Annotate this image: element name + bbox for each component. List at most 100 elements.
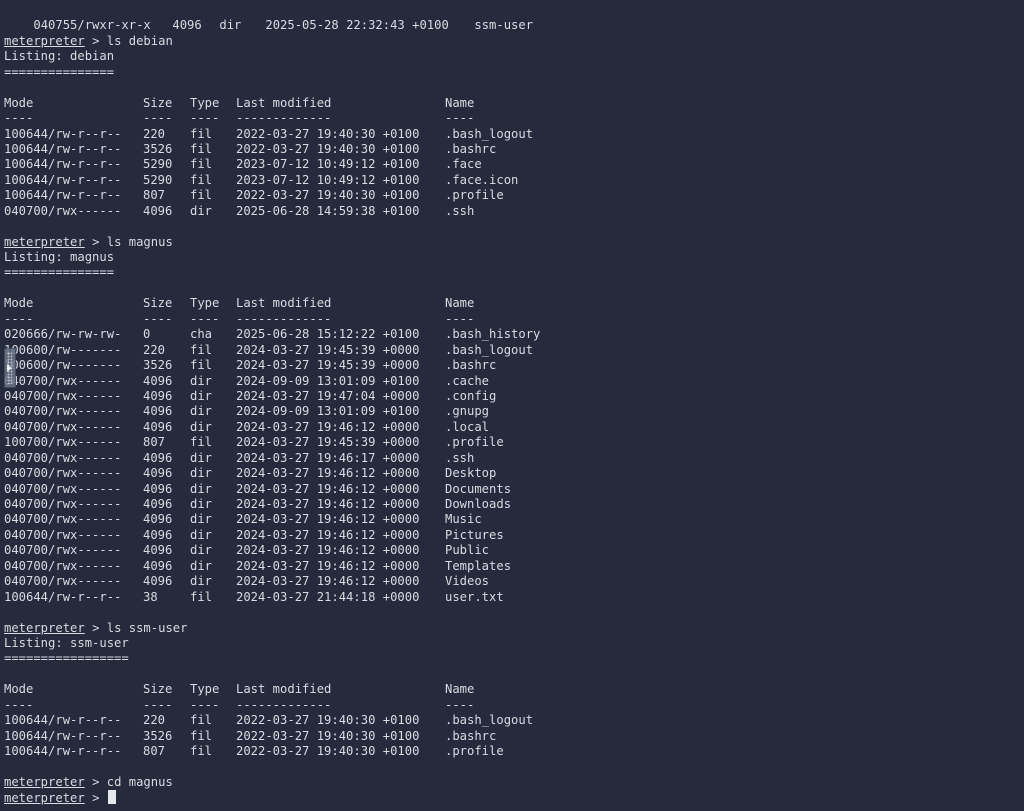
listing-title: Listing: ssm-user bbox=[4, 635, 129, 650]
size-cell: 807 bbox=[143, 435, 166, 450]
size-cell: 38 bbox=[143, 589, 158, 604]
command-text: ls ssm-user bbox=[106, 620, 188, 635]
type-cell: dir bbox=[190, 373, 213, 388]
type-cell: dir bbox=[190, 512, 213, 527]
type-cell: dir bbox=[219, 18, 242, 33]
type-cell: dir bbox=[190, 203, 213, 218]
table-row: 040700/rwx------ 4096 dir 2024-03-27 19:46:… bbox=[4, 497, 1024, 512]
column-header-name: Name bbox=[445, 296, 475, 311]
listing-title: Listing: magnus bbox=[4, 250, 115, 264]
type-cell: dir bbox=[190, 497, 213, 511]
prompt-symbol: > bbox=[92, 774, 100, 789]
name-cell: .profile bbox=[445, 188, 504, 203]
name-cell: Music bbox=[445, 512, 482, 527]
modified-cell: 2022-03-27 19:40:30 +0100 bbox=[236, 141, 420, 156]
name-cell: Documents bbox=[445, 481, 512, 496]
column-header-modified: Last modified bbox=[236, 682, 332, 697]
mode-cell: 040700/rwx------ bbox=[4, 543, 122, 558]
mode-cell: 040700/rwx------ bbox=[4, 558, 122, 573]
arrow-right-icon bbox=[7, 364, 12, 372]
column-header-mode: Mode bbox=[4, 682, 34, 697]
mode-cell: 040700/rwx------ bbox=[4, 512, 122, 527]
name-cell: Templates bbox=[445, 558, 512, 573]
type-cell: fil bbox=[190, 188, 213, 203]
name-cell: ssm-user bbox=[474, 18, 534, 33]
prompt-symbol: > bbox=[92, 234, 100, 249]
table-row: 100644/rw-r--r-- 5290 fil 2023-07-12 10:49:… bbox=[4, 157, 1024, 172]
name-cell: Desktop bbox=[445, 466, 497, 481]
mode-cell: 040700/rwx------ bbox=[4, 527, 122, 542]
active-prompt-line[interactable]: meterpreter > bbox=[4, 790, 1024, 805]
modified-cell: 2024-03-27 19:45:39 +0000 bbox=[236, 342, 420, 357]
collapse-handle-icon[interactable] bbox=[4, 348, 16, 388]
modified-cell: 2024-03-27 19:45:39 +0000 bbox=[236, 358, 420, 373]
size-cell: 4096 bbox=[143, 203, 173, 218]
column-header-size: Size bbox=[143, 682, 173, 697]
column-underline-type: ---- bbox=[190, 697, 220, 712]
text-cursor[interactable] bbox=[107, 790, 116, 805]
final-command-line: meterpreter > cd magnus bbox=[4, 775, 1024, 790]
mode-cell: 100700/rwx------ bbox=[4, 435, 122, 450]
column-underline-mode: ---- bbox=[4, 311, 34, 326]
name-cell: .local bbox=[445, 419, 490, 434]
mode-cell: 040700/rwx------ bbox=[4, 481, 122, 496]
mode-cell: 100644/rw-r--r-- bbox=[4, 728, 122, 743]
table-row: 040700/rwx------ 4096 dir 2024-03-27 19:46:… bbox=[4, 574, 1024, 589]
table-row: 040700/rwx------ 4096 dir 2024-09-09 13:01:… bbox=[4, 374, 1024, 389]
table-row: 040700/rwx------ 4096 dir 2024-03-27 19:46:… bbox=[4, 482, 1024, 497]
prompt-name: meterpreter bbox=[4, 33, 85, 48]
mode-cell: 040700/rwx------ bbox=[4, 404, 122, 419]
command-text: ls debian bbox=[106, 33, 173, 48]
name-cell: .bashrc bbox=[445, 358, 497, 373]
column-header-mode: Mode bbox=[4, 95, 34, 110]
table-header: Mode Size Type Last modified Name bbox=[4, 96, 1024, 111]
type-cell: dir bbox=[190, 481, 213, 496]
type-cell: dir bbox=[190, 388, 213, 403]
name-cell: .bash_history bbox=[445, 327, 541, 342]
table-header-underline: ---- ---- ---- ------------- ---- bbox=[4, 111, 1024, 126]
command-line: meterpreter > ls ssm-user bbox=[4, 621, 1024, 636]
size-cell: 4096 bbox=[143, 450, 173, 465]
size-cell: 3526 bbox=[143, 358, 173, 373]
size-cell: 4096 bbox=[143, 481, 173, 496]
prompt-name: meterpreter bbox=[4, 774, 85, 789]
column-underline-name: ---- bbox=[445, 311, 475, 326]
column-underline-modified: ------------- bbox=[236, 697, 332, 712]
mode-cell: 100644/rw-r--r-- bbox=[4, 126, 122, 141]
top-row: 040755/rwxr-xr-x 4096 dir 2025-05-28 22:32:… bbox=[4, 3, 1024, 32]
column-underline-modified: ------------- bbox=[236, 311, 332, 326]
name-cell: .gnupg bbox=[445, 404, 490, 419]
command-output-blocks: meterpreter > ls debian Listing: debian ==… bbox=[4, 34, 1024, 775]
terminal-window[interactable]: 040755/rwxr-xr-x 4096 dir 2025-05-28 22:32:… bbox=[0, 0, 1024, 811]
mode-cell: 100644/rw-r--r-- bbox=[4, 141, 122, 156]
name-cell: .face bbox=[445, 157, 482, 172]
type-cell: fil bbox=[190, 435, 213, 450]
table-row: 100644/rw-r--r-- 220 fil 2022-03-27 19:40:3… bbox=[4, 127, 1024, 142]
type-cell: dir bbox=[190, 558, 213, 573]
mode-cell: 100600/rw------- bbox=[4, 342, 122, 357]
type-cell: fil bbox=[190, 126, 213, 141]
prompt-name: meterpreter bbox=[4, 791, 85, 806]
mode-cell: 040700/rwx------ bbox=[4, 466, 122, 481]
table-row: 040700/rwx------ 4096 dir 2024-03-27 19:46:… bbox=[4, 466, 1024, 481]
size-cell: 4096 bbox=[143, 543, 173, 558]
mode-cell: 040700/rwx------ bbox=[4, 373, 122, 388]
size-cell: 5290 bbox=[143, 172, 173, 187]
prompt-symbol: > bbox=[92, 33, 100, 48]
table-row: 040700/rwx------ 4096 dir 2024-03-27 19:46:… bbox=[4, 543, 1024, 558]
table-row: 040700/rwx------ 4096 dir 2024-03-27 19:46:… bbox=[4, 528, 1024, 543]
modified-cell: 2024-09-09 13:01:09 +0100 bbox=[236, 373, 420, 388]
table-header: Mode Size Type Last modified Name bbox=[4, 296, 1024, 311]
type-cell: dir bbox=[190, 404, 213, 419]
modified-cell: 2022-03-27 19:40:30 +0100 bbox=[236, 728, 420, 743]
table-row: 100600/rw------- 3526 fil 2024-03-27 19:45:… bbox=[4, 358, 1024, 373]
name-cell: .config bbox=[445, 388, 497, 403]
modified-cell: 2022-03-27 19:40:30 +0100 bbox=[236, 713, 420, 728]
type-cell: dir bbox=[190, 574, 213, 589]
type-cell: fil bbox=[190, 744, 213, 758]
table-row: 040700/rwx------ 4096 dir 2025-06-28 14:59:… bbox=[4, 204, 1024, 219]
size-cell: 4096 bbox=[143, 404, 173, 419]
